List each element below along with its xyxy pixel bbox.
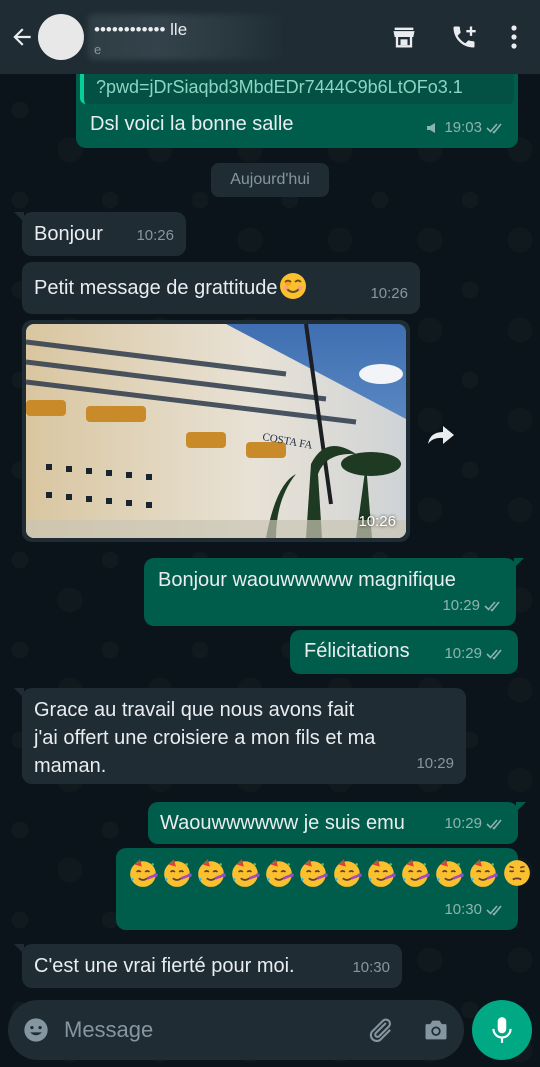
emoji-row (128, 858, 532, 888)
message-incoming[interactable]: Grace au travail que nous avons fait j'a… (14, 688, 466, 784)
message-outgoing[interactable]: 10:30 (116, 848, 530, 930)
partying-face-icon (334, 859, 362, 887)
vertical-dots-icon (511, 25, 517, 49)
message-text: Petit message de grattitude (34, 277, 278, 299)
message-image[interactable]: COSTA FA 10:26 (22, 320, 410, 542)
partying-face-icon (266, 859, 294, 887)
pensive-face-icon (504, 860, 530, 886)
message-outgoing[interactable]: Waouwwwwww je suis emu 10:29 (148, 802, 526, 844)
message-composer (8, 1000, 464, 1060)
message-time: 10:30 (352, 959, 390, 976)
add-call-button[interactable] (434, 0, 494, 74)
message-time: 19:03 (444, 119, 482, 136)
attach-button[interactable] (364, 1014, 396, 1046)
forward-button[interactable] (418, 412, 464, 458)
message-outgoing[interactable]: Félicitations 10:29 (290, 630, 518, 674)
partying-face-icon (300, 859, 328, 887)
broadcast-icon (427, 123, 436, 133)
message-outgoing[interactable]: Bonjour waouwwwww magnifique 10:29 (144, 558, 524, 626)
camera-button[interactable] (420, 1014, 452, 1046)
avatar[interactable] (38, 14, 84, 60)
message-time: 10:26 (370, 285, 408, 302)
message-input[interactable] (64, 1010, 354, 1050)
partying-face-icon (198, 859, 226, 887)
voice-message-button[interactable] (472, 1000, 532, 1060)
message-time: 10:29 (442, 597, 480, 614)
message-text-line: maman. (34, 755, 107, 777)
date-separator: Aujourd'hui (211, 163, 329, 197)
ship-image: COSTA FA (26, 324, 406, 538)
message-incoming[interactable]: Bonjour 10:26 (14, 212, 186, 256)
contact-info[interactable]: •••••••••••• lle e (88, 12, 314, 62)
double-check-icon (484, 601, 500, 612)
message-time: 10:29 (416, 755, 454, 772)
message-text: C'est une vrai fierté pour moi. (34, 955, 295, 977)
partying-face-icon (368, 859, 396, 887)
partying-face-icon (436, 859, 464, 887)
partying-face-icon (164, 859, 192, 887)
contact-status: e (94, 42, 102, 57)
partying-face-icon (232, 859, 260, 887)
link-preview[interactable]: ?pwd=jDrSiaqbd3MbdEDr7444C9b6LtOFo3.1 (80, 70, 514, 104)
paperclip-icon (369, 1018, 391, 1042)
cruise-ship-photo[interactable]: COSTA FA 10:26 (26, 324, 406, 538)
double-check-icon (486, 905, 502, 916)
message-time: 10:29 (444, 815, 482, 832)
forward-arrow-icon (428, 426, 454, 444)
smiling-face-icon (280, 272, 307, 299)
message-text: Bonjour waouwwwww magnifique (158, 569, 456, 591)
message-time: 10:30 (444, 901, 482, 918)
microphone-icon (492, 1017, 512, 1043)
smiley-icon (24, 1018, 48, 1042)
message-time: 10:29 (444, 645, 482, 662)
catalog-button[interactable] (374, 0, 434, 74)
camera-icon (425, 1020, 447, 1040)
partying-face-icon (470, 859, 498, 887)
message-time: 10:26 (136, 227, 174, 244)
back-button[interactable] (2, 0, 42, 74)
message-text: Dsl voici la bonne salle (90, 113, 294, 135)
storefront-icon (393, 27, 415, 48)
message-text: Bonjour (34, 223, 103, 245)
arrow-left-icon (13, 28, 31, 46)
double-check-icon (486, 123, 502, 134)
message-text-line: Grace au travail que nous avons fait (34, 699, 355, 721)
double-check-icon (486, 819, 502, 830)
more-options-button[interactable] (494, 0, 534, 74)
partying-face-icon (402, 859, 430, 887)
message-time: 10:26 (358, 513, 396, 530)
emoji-button[interactable] (20, 1014, 52, 1046)
message-incoming[interactable]: C'est une vrai fierté pour moi. 10:30 (14, 944, 402, 988)
message-text: Félicitations (304, 640, 410, 662)
contact-name: •••••••••••• lle (94, 20, 188, 39)
chat-header: •••••••••••• lle e (0, 0, 540, 74)
message-body: Dsl voici la bonne salle 19:03 (76, 108, 518, 148)
double-check-icon (486, 649, 502, 660)
message-incoming[interactable]: Petit message de grattitude 10:26 (22, 262, 420, 314)
message-text-line: j'ai offert une croisiere a mon fils et … (34, 727, 376, 749)
link-text: ?pwd=jDrSiaqbd3MbdEDr7444C9b6LtOFo3.1 (96, 76, 463, 97)
phone-plus-icon (453, 26, 476, 48)
partying-face-icon (130, 859, 158, 887)
message-text: Waouwwwwww je suis emu (160, 812, 405, 834)
